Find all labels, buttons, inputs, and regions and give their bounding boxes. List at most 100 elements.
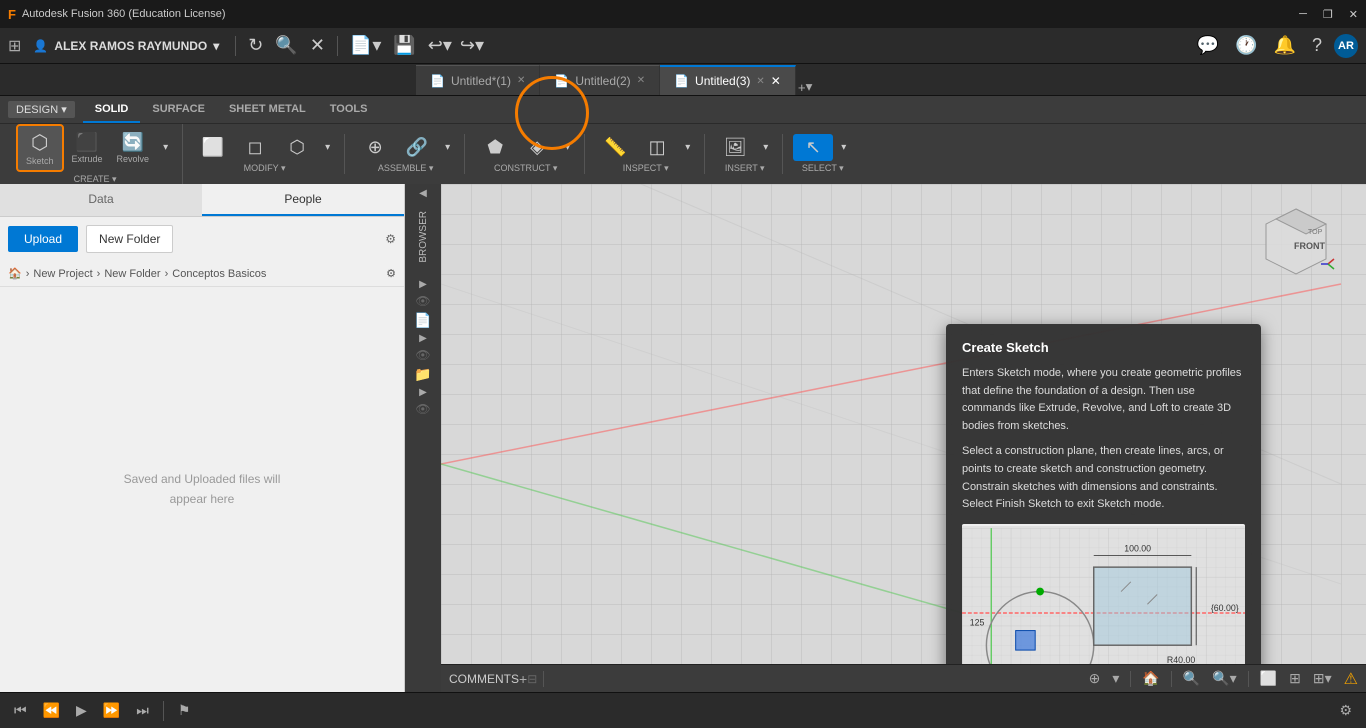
close-panel-button[interactable]: ✕ [306,33,329,58]
browser-tree-arrow-2[interactable]: ▶ [419,333,427,344]
select-button[interactable]: ↖ [793,134,833,161]
refresh-button[interactable]: ↻ [244,33,267,58]
press-pull-button[interactable]: ⬜ [193,134,233,161]
more-create-button[interactable]: ▾ [157,139,174,156]
save-button[interactable]: 💾 [389,33,419,58]
breadcrumb-conceptos[interactable]: Conceptos Basicos [172,268,266,280]
breadcrumb-settings-icon[interactable]: ⚙ [386,267,396,280]
undo-button[interactable]: ↩▾ [424,33,456,58]
sheet-metal-tab[interactable]: SHEET METAL [217,96,318,123]
tab-close-icon[interactable]: ✕ [771,74,781,88]
breadcrumb-new-project[interactable]: New Project [33,268,92,280]
minimize-button[interactable]: ─ [1299,8,1307,20]
browser-folder-icon[interactable]: 📁 [414,366,431,383]
browser-doc-icon[interactable]: 📄 [414,312,431,329]
data-tab[interactable]: Data [0,184,202,216]
file-menu-button[interactable]: 📄▾ [346,33,385,58]
timeline-settings-button[interactable]: ⚙ [1333,700,1358,721]
plane-angle-button[interactable]: ◈ [517,134,557,161]
browser-eye-icon-3[interactable]: 👁 [415,402,430,416]
offset-plane-button[interactable]: ⬟ [475,134,515,161]
revolve-button[interactable]: 🔄 Revolve [111,129,156,167]
comment-button[interactable]: 💬 [1193,33,1223,58]
tools-tab[interactable]: TOOLS [318,96,380,123]
user-section[interactable]: 👤 ALEX RAMOS RAYMUNDO ▾ [25,39,227,53]
home-view-button[interactable]: 🏠 [1138,668,1163,689]
grid-button[interactable]: ⊞ [1285,668,1305,689]
empty-state-line2: appear here [124,490,281,509]
app-grid-icon[interactable]: ⊞ [8,36,21,56]
upload-button[interactable]: Upload [8,226,78,252]
svg-text:TOP: TOP [1308,229,1323,236]
expand-comment-icon[interactable]: ⊟ [527,672,537,686]
more-assemble-button[interactable]: ▾ [439,139,456,156]
menubar-divider-2 [337,36,338,56]
tab-untitled2[interactable]: 📄 Untitled(2) ✕ [540,65,660,95]
breadcrumb-new-folder[interactable]: New Folder [104,268,160,280]
bottombar-divider-4 [1248,671,1249,687]
zoom-button[interactable]: 🔍 [1179,668,1204,689]
browser-tree-arrow-1[interactable]: ▶ [419,279,427,290]
timeline-play-button[interactable]: ▶ [70,700,93,721]
more-modify-button[interactable]: ▾ [319,139,336,156]
tab-list-button[interactable]: ▾ [806,79,813,95]
new-component-button[interactable]: ⊕ [355,134,395,161]
new-folder-button[interactable]: New Folder [86,225,173,253]
user-dropdown-icon[interactable]: ▾ [213,39,219,53]
environment-button[interactable]: ⊞▾ [1309,668,1336,689]
new-tab-button[interactable]: + [798,80,806,95]
timeline-filter-button[interactable]: ⚑ [172,700,197,721]
svg-text:100.00: 100.00 [1124,544,1151,554]
redo-button[interactable]: ↪▾ [456,33,488,58]
tab-untitled1[interactable]: 📄 Untitled*(1) ✕ [416,65,540,95]
people-tab[interactable]: People [202,184,404,216]
viewcube[interactable]: FRONT TOP [1256,204,1336,284]
browser-tree-arrow-3[interactable]: ▶ [419,387,427,398]
orbit-button[interactable]: ▾ [1108,668,1123,689]
tab-close-3[interactable]: ✕ [756,76,764,87]
more-select-button[interactable]: ▾ [835,139,852,156]
search-button[interactable]: 🔍 [271,33,301,58]
fillet-button[interactable]: ◻ [235,134,275,161]
toolbar: ⬡ Sketch ⬛ Extrude 🔄 Revolve ▾ CREATE ▾ [0,124,1366,184]
tab-untitled3[interactable]: 📄 Untitled(3) ✕ ✕ [660,65,796,95]
surface-tab[interactable]: SURFACE [140,96,217,123]
section-analysis-button[interactable]: ◫ [637,134,677,161]
solid-tab[interactable]: SOLID [83,96,141,123]
design-menu-button[interactable]: DESIGN ▾ [8,101,75,118]
warning-icon[interactable]: ⚠ [1344,669,1358,689]
help-button[interactable]: ? [1308,33,1326,58]
home-icon[interactable]: 🏠 [8,267,22,280]
add-comment-button[interactable]: + [519,671,527,687]
notification-button[interactable]: 🔔 [1270,33,1300,58]
timeline-prev-button[interactable]: ⏪ [37,700,66,721]
restore-button[interactable]: ❐ [1323,8,1333,21]
close-button[interactable]: ✕ [1349,8,1358,21]
insert-group-items: 🖼 ▾ [715,134,774,161]
browser-eye-icon-2[interactable]: 👁 [415,348,430,362]
settings-icon[interactable]: ⚙ [385,232,396,246]
browser-label[interactable]: BROWSER [418,203,429,271]
history-button[interactable]: 🕐 [1231,33,1261,58]
more-construct-button[interactable]: ▾ [559,139,576,156]
zoom-extent-button[interactable]: 🔍▾ [1208,668,1240,689]
measure-button[interactable]: 📏 [595,134,635,161]
tab-close-1[interactable]: ✕ [517,75,525,86]
create-sketch-button[interactable]: ⬡ Sketch [16,124,64,172]
browser-collapse-icon[interactable]: ◀ [419,188,427,199]
timeline-rewind-button[interactable]: ⏮ [8,700,33,721]
timeline-next-button[interactable]: ⏩ [97,700,126,721]
browser-eye-icon[interactable]: 👁 [415,294,430,308]
timeline-end-button[interactable]: ⏭ [130,700,155,721]
more-inspect-button[interactable]: ▾ [679,139,696,156]
tab-close-2[interactable]: ✕ [637,75,645,86]
joint-button[interactable]: 🔗 [397,134,437,161]
avatar[interactable]: AR [1334,34,1358,58]
extrude-button[interactable]: ⬛ Extrude [66,129,109,167]
shell-button[interactable]: ⬡ [277,134,317,161]
insert-mesh-button[interactable]: 🖼 [715,134,755,161]
pan-button[interactable]: ⊕ [1085,668,1105,689]
display-mode-button[interactable]: ⬜ [1256,668,1281,689]
more-insert-button[interactable]: ▾ [757,139,774,156]
viewport[interactable]: Create Sketch Enters Sketch mode, where … [441,184,1366,664]
